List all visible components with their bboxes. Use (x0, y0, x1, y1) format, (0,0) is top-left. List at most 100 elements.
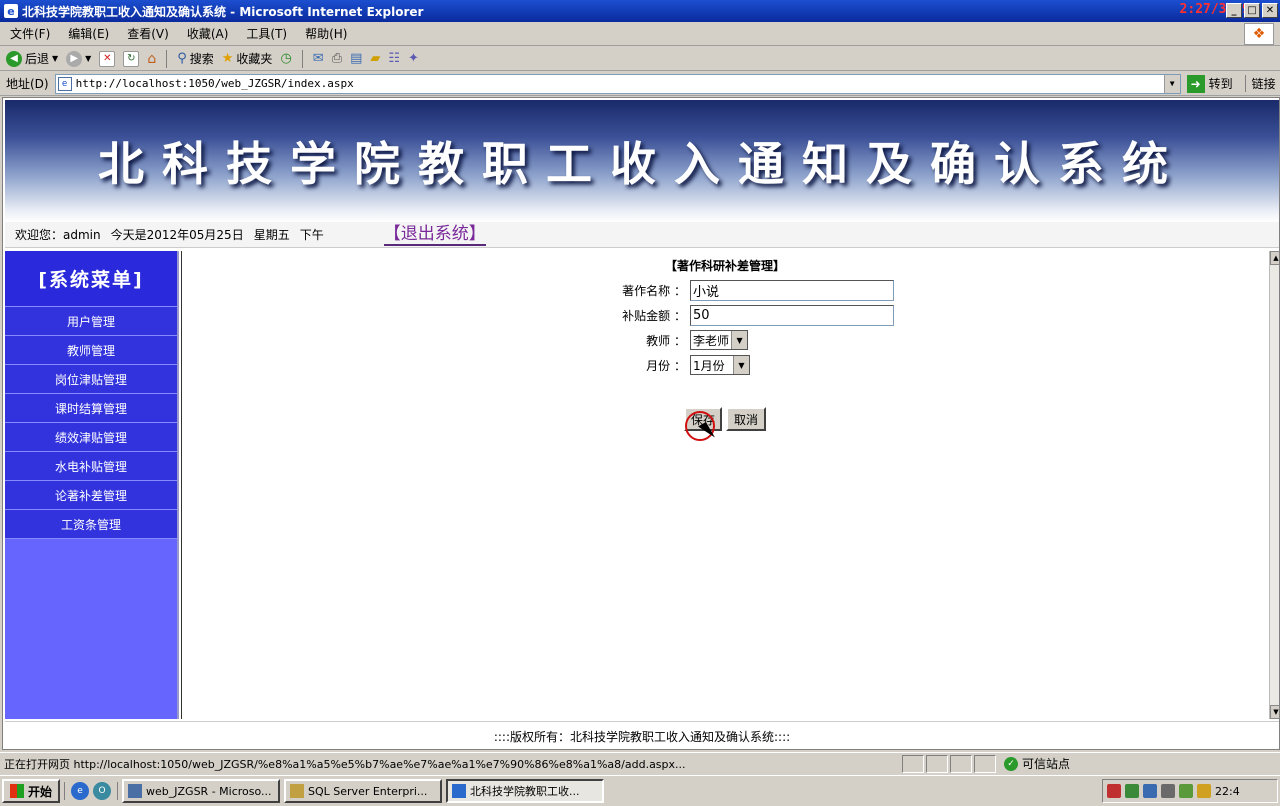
mail-icon[interactable]: ✉ (313, 51, 324, 66)
month-select[interactable]: 1月份 ▼ (690, 355, 750, 375)
sidebar-menu: [系统菜单] 用户管理 教师管理 岗位津贴管理 课时结算管理 绩效津贴管理 水电… (5, 251, 179, 719)
menu-tools[interactable]: 工具(T) (246, 25, 287, 42)
folder-icon[interactable]: ▰ (370, 51, 380, 66)
status-cell (974, 754, 996, 773)
month-dropdown-icon[interactable]: ▼ (733, 356, 749, 374)
menu-help[interactable]: 帮助(H) (305, 25, 347, 42)
maximize-button[interactable]: □ (1244, 3, 1260, 18)
status-cell (902, 754, 924, 773)
go-label: 转到 (1208, 77, 1233, 91)
status-cell (950, 754, 972, 773)
status-message: 正在打开网页 http://localhost:1050/web_JZGSR/%… (4, 757, 686, 771)
sidebar-item-performance[interactable]: 绩效津贴管理 (5, 423, 177, 452)
messenger-icon[interactable]: ✦ (408, 51, 419, 66)
forward-arrow-icon: ▶ (66, 50, 83, 67)
tray-icon-network[interactable] (1125, 784, 1139, 798)
back-button[interactable]: ◀ 后退 ▼ (6, 50, 58, 67)
menu-favorites[interactable]: 收藏(A) (187, 25, 229, 42)
teacher-dropdown-icon[interactable]: ▼ (731, 331, 748, 349)
back-arrow-icon: ◀ (6, 50, 22, 67)
stop-icon[interactable]: ✕ (99, 50, 116, 67)
quick-launch: e O (64, 782, 119, 800)
logout-link[interactable]: 【退出系统】 (383, 224, 486, 246)
task-vs-label: web_JZGSR - Microso... (146, 784, 272, 798)
outlook-quicklaunch-icon[interactable]: O (93, 782, 112, 800)
forward-dropdown-icon[interactable]: ▼ (85, 54, 91, 63)
menu-edit[interactable]: 编辑(E) (68, 25, 109, 42)
sidebar-item-post-allowance[interactable]: 岗位津贴管理 (5, 365, 177, 394)
history-icon[interactable]: ◷ (280, 51, 291, 66)
work-name-label: 著作名称 ： (622, 283, 686, 298)
refresh-icon[interactable]: ↻ (123, 50, 140, 67)
toolbar-separator-2 (301, 49, 303, 68)
discuss-icon[interactable]: ☷ (388, 51, 400, 66)
home-icon[interactable]: ⌂ (147, 51, 156, 67)
task-ie[interactable]: 北科技学院教职工收... (446, 779, 605, 803)
site-banner: 北科技学院教职工收入通知及确认系统 (5, 100, 1279, 222)
minimize-button[interactable]: _ (1226, 3, 1242, 18)
favorites-button[interactable]: ★ 收藏夹 (222, 50, 273, 67)
tray-icon-s[interactable] (1107, 784, 1121, 798)
sidebar-item-teachers[interactable]: 教师管理 (5, 336, 177, 365)
sidebar-item-utilities[interactable]: 水电补贴管理 (5, 452, 177, 481)
favorites-label: 收藏夹 (236, 52, 273, 66)
window-title-bar: e 北科技学院教职工收入通知及确认系统 - Microsoft Internet… (0, 0, 1280, 22)
go-button[interactable]: ➜ 转到 (1186, 74, 1233, 93)
scroll-down-icon[interactable]: ▼ (1270, 705, 1279, 719)
address-dropdown-icon[interactable]: ▼ (1163, 74, 1180, 93)
search-icon: ⚲ (177, 51, 187, 66)
sidebar-item-users[interactable]: 用户管理 (5, 307, 177, 336)
main-content: 【著作科研补差管理】 著作名称 ： 小说 补贴金额 ： 50 教师 ： 李老师 … (181, 251, 1267, 719)
menu-view[interactable]: 查看(V) (127, 25, 169, 42)
favorites-star-icon: ★ (221, 51, 234, 66)
vertical-scrollbar[interactable]: ▲ ▼ (1269, 251, 1279, 719)
sql-icon (290, 784, 305, 798)
ampm-text: 下午 (299, 228, 324, 242)
tray-icon-ime[interactable] (1197, 784, 1211, 798)
page-viewport: 北科技学院教职工收入通知及确认系统 欢迎您：admin 今天是2012年05月2… (2, 97, 1280, 750)
amount-input[interactable]: 50 (690, 304, 894, 326)
task-ie-label: 北科技学院教职工收... (470, 785, 580, 798)
back-dropdown-icon[interactable]: ▼ (52, 54, 58, 63)
banner-title: 北科技学院教职工收入通知及确认系统 (98, 137, 1186, 191)
info-bar: 欢迎您：admin 今天是2012年05月25日 星期五 下午 【退出系统】 (5, 222, 1279, 248)
go-arrow-icon: ➜ (1186, 74, 1205, 93)
cancel-button[interactable]: 取消 (726, 407, 766, 431)
print-icon[interactable]: ⎙ (332, 51, 342, 66)
work-name-input[interactable]: 小说 (690, 279, 894, 301)
taskbar: 开始 e O web_JZGSR - Microso... SQL Server… (0, 775, 1280, 806)
windows-flag-icon (10, 784, 24, 798)
sidebar-item-class-hours[interactable]: 课时结算管理 (5, 394, 177, 423)
system-tray: 22:4 (1102, 779, 1278, 803)
security-zone: ✓ 可信站点 (1004, 755, 1070, 772)
search-button[interactable]: ⚲ 搜索 (177, 50, 214, 67)
teacher-select[interactable]: 李老师 ▼ (690, 330, 749, 350)
address-input[interactable]: e http://localhost:1050/web_JZGSR/index.… (54, 73, 1181, 94)
teacher-select-value: 李老师 (693, 333, 730, 348)
links-button[interactable]: 链接 (1244, 75, 1276, 92)
menu-bar: 文件(F) 编辑(E) 查看(V) 收藏(A) 工具(T) 帮助(H) ❖ (0, 22, 1280, 46)
forward-button[interactable]: ▶ ▼ (66, 50, 91, 67)
sidebar-item-publications[interactable]: 论著补差管理 (5, 481, 177, 510)
month-row: 月份 ： 1月份 ▼ (622, 354, 750, 376)
sidebar-title: [系统菜单] (5, 251, 177, 307)
start-button[interactable]: 开始 (2, 779, 61, 803)
task-sql[interactable]: SQL Server Enterpri... (284, 779, 443, 803)
window-controls: _ □ ✕ (1226, 3, 1278, 18)
teacher-row: 教师 ： 李老师 ▼ (622, 329, 749, 351)
tray-icon-monitor[interactable] (1143, 784, 1157, 798)
close-button[interactable]: ✕ (1262, 3, 1278, 18)
tray-icon-sync[interactable] (1179, 784, 1193, 798)
sidebar-item-payslips[interactable]: 工资条管理 (5, 510, 177, 539)
month-select-value: 1月份 (693, 358, 725, 373)
menu-file[interactable]: 文件(F) (10, 25, 50, 42)
page-footer: ::::版权所有：北科技学院教职工收入通知及确认系统:::: (5, 721, 1279, 749)
tray-icon-volume[interactable] (1161, 784, 1175, 798)
weekday-text: 星期五 (253, 228, 290, 242)
work-name-row: 著作名称 ： 小说 (622, 279, 894, 301)
task-vs[interactable]: web_JZGSR - Microso... (122, 779, 281, 803)
edit-icon[interactable]: ▤ (350, 51, 362, 66)
welcome-text: 欢迎您：admin (15, 228, 101, 242)
ie-quicklaunch-icon[interactable]: e (71, 782, 90, 800)
scroll-up-icon[interactable]: ▲ (1270, 251, 1279, 265)
